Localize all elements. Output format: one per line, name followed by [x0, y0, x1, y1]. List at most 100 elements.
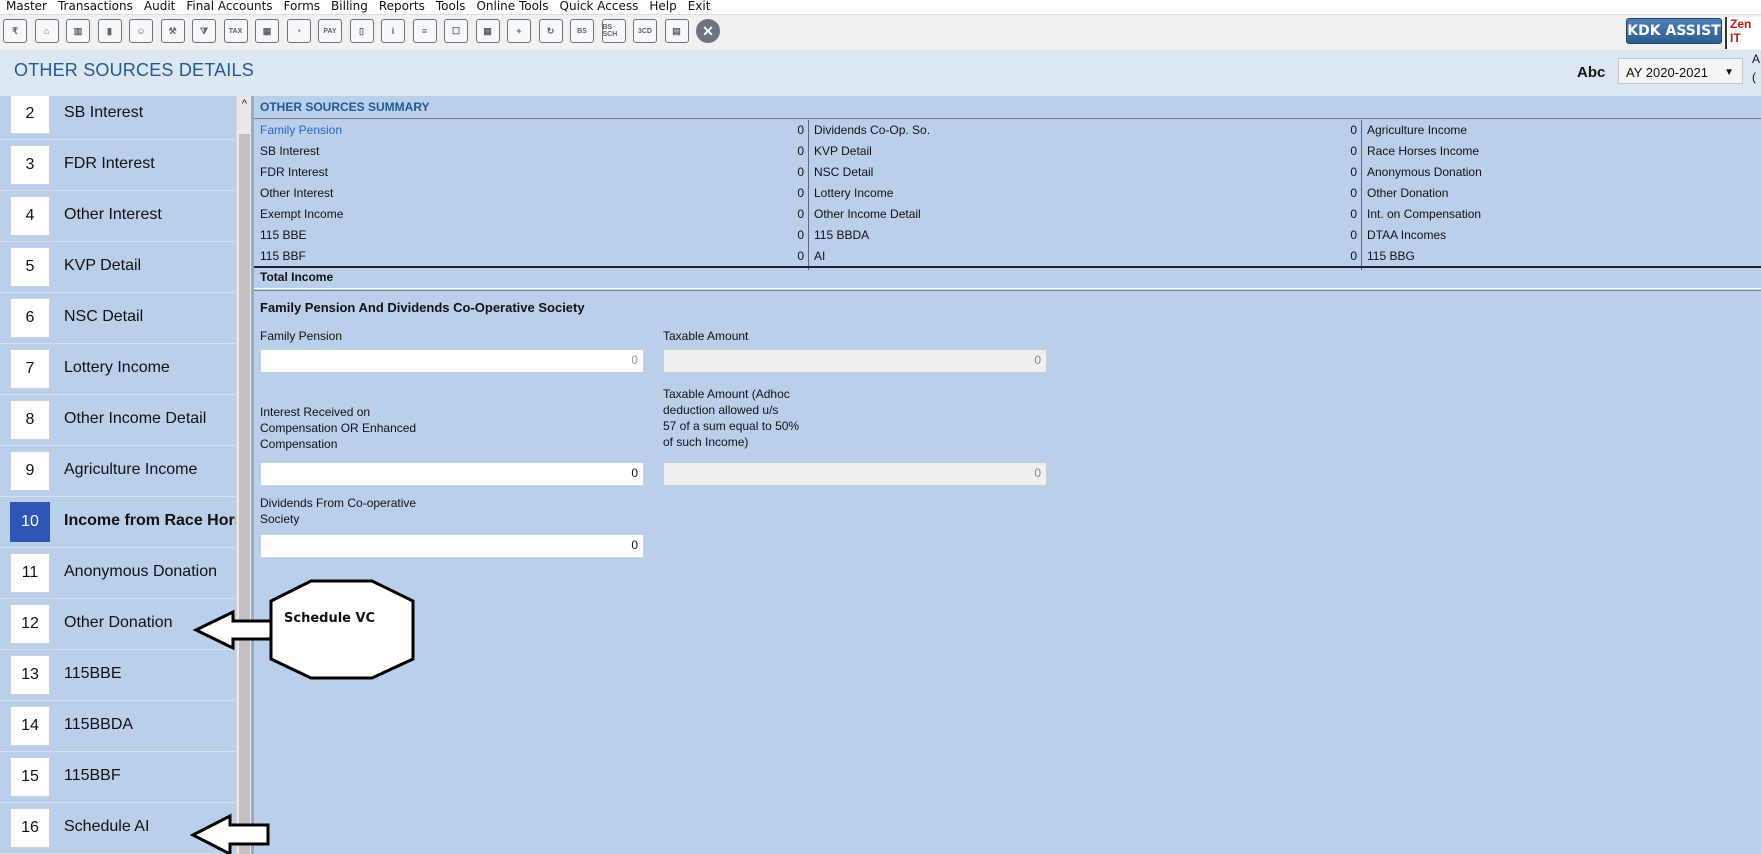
balance-sheet-icon[interactable]: BS — [570, 19, 594, 43]
report-icon[interactable]: ≡ — [412, 19, 437, 43]
sidebar-item-income-from-race-horses[interactable]: 10 Income from Race Horses — [0, 497, 236, 548]
menu-item-exit[interactable]: Exit — [688, 0, 711, 13]
sidebar-item-other-donation[interactable]: 12 Other Donation — [0, 599, 236, 650]
header-extra-text: A ( — [1752, 52, 1760, 84]
menu-item-forms[interactable]: Forms — [284, 0, 320, 13]
book-icon[interactable]: ▯ — [349, 19, 374, 43]
sidebar-item-number: 4 — [10, 196, 50, 236]
sidebar-item-other-income-detail[interactable]: 8 Other Income Detail — [0, 395, 236, 446]
close-icon[interactable]: ✕ — [696, 19, 720, 43]
assessment-year-select[interactable]: AY 2020-2021 ▼ — [1618, 58, 1743, 84]
chevron-down-icon: ▼ — [1724, 67, 1734, 78]
sidebar-item-schedule-ai[interactable]: 16 Schedule AI — [0, 803, 236, 854]
menu-item-final-accounts[interactable]: Final Accounts — [186, 0, 272, 13]
menu-item-quick-access[interactable]: Quick Access — [560, 0, 639, 13]
sidebar-item-115bbe[interactable]: 13 115BBE — [0, 650, 236, 701]
summary-label: Lottery Income — [814, 186, 894, 200]
3cd-icon[interactable]: 3CD — [633, 19, 657, 43]
summary-label[interactable]: Family Pension — [260, 120, 342, 141]
sidebar-item-label: 115BBF — [64, 767, 121, 784]
summary-row: NSC Detail 0 — [808, 162, 1361, 183]
calculator-icon[interactable]: ▦ — [255, 19, 279, 43]
family-pension-input[interactable]: 0 — [260, 349, 644, 373]
folder-add-icon[interactable]: + — [507, 19, 531, 43]
hammer-icon[interactable]: ⚒ — [160, 19, 185, 43]
menu-item-tools[interactable]: Tools — [436, 0, 466, 13]
summary-row: AI 0 — [808, 246, 1361, 267]
menu-item-billing[interactable]: Billing — [331, 0, 368, 13]
people-icon[interactable]: ☺ — [129, 19, 153, 43]
summary-label: Race Horses Income — [1367, 144, 1480, 158]
filter-icon[interactable]: ⧩ — [192, 19, 216, 43]
rupee-doc-icon[interactable]: ₹ — [3, 19, 27, 43]
dividends-cooperative-label: Dividends From Co-operative Society — [260, 496, 417, 526]
summary-label: Other Donation — [1367, 186, 1449, 200]
summary-value: 0 — [797, 228, 804, 242]
sidebar-item-fdr-interest[interactable]: 3 FDR Interest — [0, 140, 236, 191]
report-chart-icon[interactable]: ▤ — [664, 19, 689, 43]
sidebar-item-label: Other Donation — [64, 614, 173, 631]
info-icon[interactable]: i — [381, 19, 405, 43]
sidebar-item-number: 15 — [10, 757, 50, 797]
kdk-assist-button[interactable]: KDK ASSIST — [1626, 18, 1722, 44]
interest-compensation-input[interactable]: 0 — [260, 462, 644, 486]
menu-item-online-tools[interactable]: Online Tools — [476, 0, 548, 13]
scroll-up-icon[interactable]: ^ — [237, 96, 252, 113]
user-name: Abc — [1577, 64, 1606, 81]
sidebar-item-number: 3 — [10, 145, 50, 185]
summary-label: 115 BBE — [260, 228, 307, 242]
sidebar-item-number: 12 — [10, 604, 50, 644]
interest-compensation-label: Interest Received on Compensation OR Enh… — [260, 405, 417, 451]
sidebar-item-other-interest[interactable]: 4 Other Interest — [0, 191, 236, 242]
summary-row: 115 BBF 0 — [254, 246, 808, 267]
dividends-cooperative-input[interactable]: 0 — [260, 534, 644, 558]
family-pension-label: Family Pension — [260, 329, 343, 343]
page-title: OTHER SOURCES DETAILS — [14, 60, 254, 80]
sidebar-item-kvp-detail[interactable]: 5 KVP Detail — [0, 242, 236, 293]
bar-chart-icon[interactable]: ▮ — [97, 19, 122, 43]
scroll-thumb[interactable] — [239, 134, 250, 854]
sidebar-item-number: 8 — [10, 400, 50, 440]
summary-row[interactable]: Family Pension 0 — [254, 120, 808, 141]
sidebar-item-number: 13 — [10, 655, 50, 695]
menu-item-transactions[interactable]: Transactions — [58, 0, 133, 13]
summary-value: 0 — [1350, 144, 1357, 158]
calendar-icon[interactable]: ▦ — [475, 19, 500, 43]
pie-chart-icon[interactable]: ◔ — [286, 19, 311, 43]
summary-row: SB Interest 0 — [254, 141, 808, 162]
summary-label: Agriculture Income — [1367, 123, 1468, 137]
building-icon[interactable]: ▥ — [66, 19, 90, 43]
refresh-doc-icon[interactable]: ↻ — [538, 19, 563, 43]
sidebar-item-agriculture-income[interactable]: 9 Agriculture Income — [0, 446, 236, 497]
e-pay-icon[interactable]: PAY — [318, 19, 342, 43]
menu-item-help[interactable]: Help — [649, 0, 676, 13]
sidebar-scrollbar[interactable]: ^ — [236, 96, 252, 854]
divider — [254, 290, 1761, 291]
sidebar-item-label: Anonymous Donation — [64, 563, 217, 580]
menu-item-audit[interactable]: Audit — [144, 0, 175, 13]
sidebar-item-number: 11 — [10, 553, 50, 593]
assessment-year-value: AY 2020-2021 — [1626, 65, 1708, 80]
sidebar-item-115bbda[interactable]: 14 115BBDA — [0, 701, 236, 752]
sidebar-item-lottery-income[interactable]: 7 Lottery Income — [0, 344, 236, 395]
tax-calc-icon[interactable]: TAX — [223, 19, 248, 43]
menu-item-master[interactable]: Master — [6, 0, 47, 13]
menu-item-reports[interactable]: Reports — [379, 0, 425, 13]
total-income-label: Total Income — [260, 270, 334, 284]
summary-row: 115 BBDA 0 — [808, 225, 1361, 246]
balance-sheet-sch-icon[interactable]: BS SCH — [601, 19, 626, 43]
sidebar-item-number: 5 — [10, 247, 50, 287]
sidebar-item-nsc-detail[interactable]: 6 NSC Detail — [0, 293, 236, 344]
summary-row: 115 BBG — [1361, 246, 1761, 267]
summary-value: 0 — [1350, 207, 1357, 221]
sidebar-item-115bbf[interactable]: 15 115BBF — [0, 752, 236, 803]
summary-row: Dividends Co-Op. So. 0 — [808, 120, 1361, 141]
summary-value: 0 — [797, 207, 804, 221]
summary-label: 115 BBDA — [814, 228, 870, 242]
home-icon[interactable]: ⌂ — [34, 19, 59, 43]
document-user-icon[interactable]: ☐ — [444, 19, 468, 43]
sidebar-item-label: FDR Interest — [64, 155, 155, 172]
summary-row: Other Interest 0 — [254, 183, 808, 204]
sidebar-item-anonymous-donation[interactable]: 11 Anonymous Donation — [0, 548, 236, 599]
sidebar-item-sb-interest[interactable]: 2 SB Interest — [0, 96, 236, 140]
